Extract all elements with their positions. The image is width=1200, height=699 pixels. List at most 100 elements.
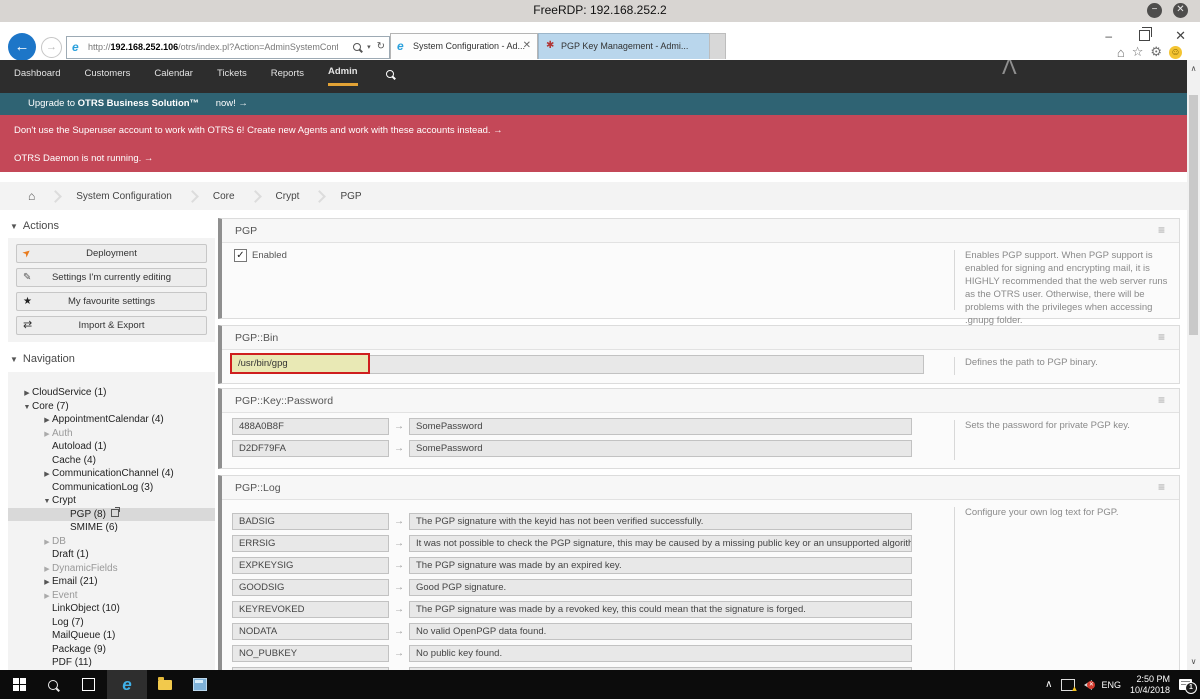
- search-icon[interactable]: [386, 70, 394, 78]
- home-icon[interactable]: ⌂: [1117, 45, 1125, 60]
- nav-item-cloudservice[interactable]: ▶CloudService (1): [8, 386, 215, 400]
- breadcrumb-item[interactable]: PGP: [340, 191, 361, 202]
- scroll-up-icon[interactable]: ∧: [1187, 64, 1200, 73]
- tree-arrow-icon[interactable]: ▶: [42, 536, 52, 550]
- tree-arrow-icon[interactable]: ▶: [42, 576, 52, 590]
- language-indicator[interactable]: ENG: [1101, 680, 1121, 690]
- scrollbar-thumb[interactable]: [1189, 95, 1198, 335]
- task-view-icon[interactable]: [79, 670, 97, 699]
- breadcrumb-item[interactable]: Core: [213, 191, 235, 202]
- rdp-minimize-button[interactable]: −: [1147, 3, 1162, 18]
- scroll-down-icon[interactable]: ∨: [1187, 657, 1200, 666]
- pair-value-input[interactable]: The PGP signature was made by a revoked …: [409, 601, 912, 618]
- nav-item-communicationchannel[interactable]: ▶CommunicationChannel (4): [8, 467, 215, 481]
- home-breadcrumb-icon[interactable]: ⌂: [28, 189, 35, 203]
- tree-arrow-icon[interactable]: ▶: [42, 563, 52, 577]
- nav-item-core[interactable]: ▼Core (7): [8, 400, 215, 414]
- navigation-widget-header[interactable]: ▼Navigation: [10, 353, 75, 365]
- pair-value-input[interactable]: SomePassword: [409, 418, 912, 435]
- nav-item-smime[interactable]: SMIME (6): [8, 521, 215, 535]
- rdp-close-button[interactable]: ✕: [1173, 3, 1188, 18]
- browser-forward-button[interactable]: →: [41, 37, 62, 58]
- pair-key-input[interactable]: 488A0B8F: [232, 418, 389, 435]
- hamburger-menu-icon[interactable]: ≡: [1158, 480, 1165, 494]
- tree-arrow-icon[interactable]: ▶: [22, 387, 32, 401]
- pair-value-input[interactable]: It was not possible to check the PGP sig…: [409, 535, 912, 552]
- action-button-deployment[interactable]: ➤Deployment: [16, 244, 207, 263]
- start-button[interactable]: [10, 670, 28, 699]
- nav-item-pgp[interactable]: PGP (8): [8, 508, 215, 522]
- tree-arrow-icon[interactable]: ▼: [42, 495, 52, 509]
- browser-minimize-button[interactable]: –: [1105, 30, 1112, 42]
- scrollbar[interactable]: ∧ ∨: [1187, 60, 1200, 670]
- nav-item-db[interactable]: ▶DB: [8, 535, 215, 549]
- nav-item-autoload[interactable]: Autoload (1): [8, 440, 215, 454]
- menu-item-dashboard[interactable]: Dashboard: [14, 68, 60, 85]
- upgrade-banner[interactable]: Upgrade to OTRS Business Solution™ now! …: [0, 93, 1187, 115]
- notification-center-icon[interactable]: 1: [1179, 679, 1192, 690]
- nav-item-cache[interactable]: Cache (4): [8, 454, 215, 468]
- pair-value-input[interactable]: No public key found.: [409, 645, 912, 662]
- volume-muted-icon[interactable]: ✕: [1084, 680, 1092, 690]
- action-button-import[interactable]: ⇄Import & Export: [16, 316, 207, 335]
- browser-back-button[interactable]: ←: [8, 33, 36, 61]
- tab-pgp-key-management[interactable]: ✱ PGP Key Management - Admi...: [538, 33, 710, 59]
- pair-key-input[interactable]: GOODSIG: [232, 579, 389, 596]
- hamburger-menu-icon[interactable]: ≡: [1158, 330, 1165, 344]
- nav-item-event[interactable]: ▶Event: [8, 589, 215, 603]
- browser-restore-button[interactable]: [1139, 30, 1150, 41]
- tab-system-configuration[interactable]: e System Configuration - Ad... ✕: [390, 33, 538, 59]
- breadcrumb-item[interactable]: Crypt: [276, 191, 300, 202]
- nav-item-email[interactable]: ▶Email (21): [8, 575, 215, 589]
- pair-value-input[interactable]: The PGP signature with the keyid has not…: [409, 513, 912, 530]
- browser-close-button[interactable]: ✕: [1175, 30, 1186, 42]
- pair-key-input[interactable]: EXPKEYSIG: [232, 557, 389, 574]
- nav-item-communicationlog[interactable]: CommunicationLog (3): [8, 481, 215, 495]
- enabled-checkbox[interactable]: ✓: [234, 249, 247, 262]
- pair-key-input[interactable]: D2DF79FA: [232, 440, 389, 457]
- hamburger-menu-icon[interactable]: ≡: [1158, 223, 1165, 237]
- pair-key-input[interactable]: ERRSIG: [232, 535, 389, 552]
- actions-widget-header[interactable]: ▼Actions: [10, 220, 59, 232]
- tab-close-icon[interactable]: ✕: [523, 40, 531, 51]
- tree-arrow-icon[interactable]: ▶: [42, 590, 52, 604]
- taskbar-ie-icon[interactable]: e: [107, 670, 147, 699]
- superuser-warning[interactable]: Don't use the Superuser account to work …: [14, 125, 503, 136]
- pair-key-input[interactable]: NODATA: [232, 623, 389, 640]
- tree-arrow-icon[interactable]: ▶: [42, 428, 52, 442]
- external-link-icon[interactable]: [111, 509, 119, 517]
- pair-key-input[interactable]: KEYREVOKED: [232, 601, 389, 618]
- pair-value-input[interactable]: Good PGP signature.: [409, 579, 912, 596]
- tree-arrow-icon[interactable]: ▶: [42, 468, 52, 482]
- taskbar-clock[interactable]: 2:50 PM10/4/2018: [1130, 674, 1170, 696]
- address-dropdown-icon[interactable]: ▾: [367, 43, 371, 51]
- pair-value-input[interactable]: The PGP signature was made by an expired…: [409, 557, 912, 574]
- breadcrumb-item[interactable]: System Configuration: [76, 191, 172, 202]
- tree-arrow-icon[interactable]: ▼: [22, 401, 32, 415]
- nav-item-crypt[interactable]: ▼Crypt: [8, 494, 215, 508]
- menu-item-reports[interactable]: Reports: [271, 68, 304, 85]
- nav-item-appointmentcalendar[interactable]: ▶AppointmentCalendar (4): [8, 413, 215, 427]
- nav-item-auth[interactable]: ▶Auth: [8, 427, 215, 441]
- menu-item-tickets[interactable]: Tickets: [217, 68, 247, 85]
- address-search-icon[interactable]: [353, 43, 361, 51]
- nav-item-log[interactable]: Log (7): [8, 616, 215, 630]
- pair-key-input[interactable]: NO_PUBKEY: [232, 645, 389, 662]
- new-tab-button[interactable]: [709, 33, 726, 59]
- nav-item-dynamicfields[interactable]: ▶DynamicFields: [8, 562, 215, 576]
- settings-gear-icon[interactable]: ⚙: [1150, 44, 1162, 60]
- hidden-icons-chevron[interactable]: ∧: [1045, 679, 1052, 690]
- menu-item-admin[interactable]: Admin: [328, 66, 358, 86]
- nav-item-draft[interactable]: Draft (1): [8, 548, 215, 562]
- favorites-star-icon[interactable]: ☆: [1132, 44, 1144, 60]
- nav-item-pdf[interactable]: PDF (11): [8, 656, 215, 670]
- pair-value-input[interactable]: No valid OpenPGP data found.: [409, 623, 912, 640]
- taskbar-search-icon[interactable]: [44, 670, 62, 699]
- refresh-icon[interactable]: ↻: [377, 41, 385, 52]
- menu-item-calendar[interactable]: Calendar: [154, 68, 193, 85]
- pair-value-input[interactable]: SomePassword: [409, 440, 912, 457]
- action-button-settings[interactable]: ✎Settings I'm currently editing: [16, 268, 207, 287]
- taskbar-app-icon[interactable]: [188, 670, 212, 699]
- action-button-my[interactable]: ★My favourite settings: [16, 292, 207, 311]
- tree-arrow-icon[interactable]: ▶: [42, 414, 52, 428]
